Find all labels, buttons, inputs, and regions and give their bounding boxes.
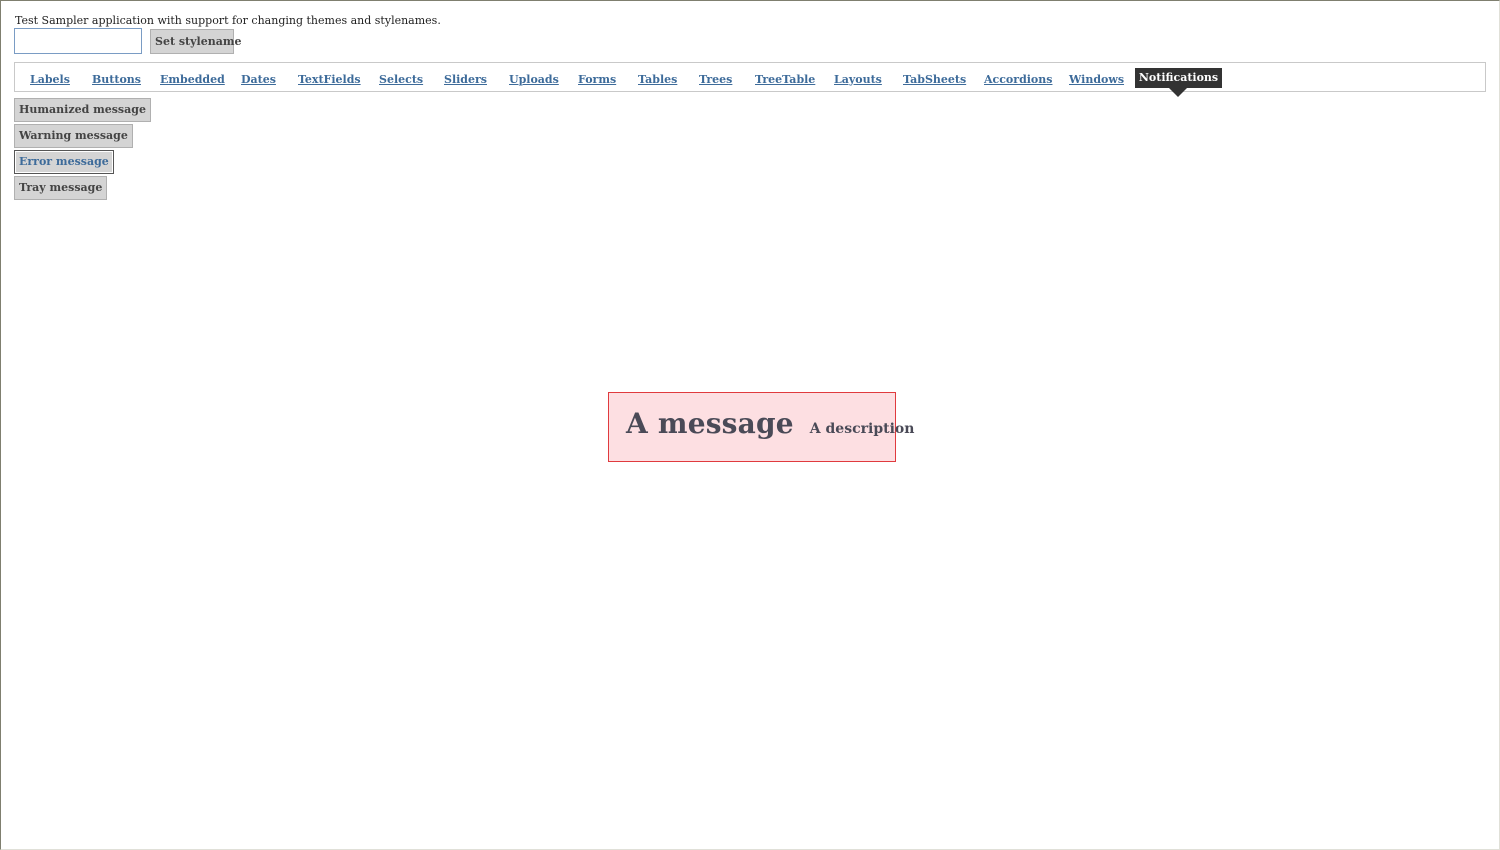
tab-textfields[interactable]: TextFields (298, 73, 361, 86)
tab-trees[interactable]: Trees (699, 73, 732, 86)
error-notification[interactable]: A message A description (608, 392, 914, 462)
tab-layouts[interactable]: Layouts (834, 73, 882, 86)
tab-treetable[interactable]: TreeTable (755, 73, 815, 86)
tab-bar: Labels Buttons Embedded Dates TextFields… (14, 62, 1486, 97)
selected-tab-pointer (1169, 88, 1187, 97)
tab-forms[interactable]: Forms (578, 73, 616, 86)
notification-description: A description (809, 421, 915, 437)
tab-notifications[interactable]: Notifications (1135, 68, 1222, 97)
tab-tables[interactable]: Tables (638, 73, 677, 86)
tab-embedded[interactable]: Embedded (160, 73, 225, 86)
error-message-button[interactable]: Error message (14, 150, 114, 174)
tab-labels[interactable]: Labels (30, 73, 70, 86)
tray-message-button[interactable]: Tray message (14, 176, 108, 200)
tab-selects[interactable]: Selects (379, 73, 423, 86)
notification-caption: A message (626, 407, 794, 440)
tab-uploads[interactable]: Uploads (509, 73, 559, 86)
tab-notifications-label: Notifications (1138, 71, 1219, 84)
app-description: Test Sampler application with support fo… (15, 14, 441, 27)
humanized-message-button[interactable]: Humanized message (14, 98, 151, 122)
stylename-input[interactable] (14, 28, 142, 54)
tab-tabsheets[interactable]: TabSheets (903, 73, 966, 86)
tab-sliders[interactable]: Sliders (444, 73, 487, 86)
set-stylename-button[interactable]: Set stylename (150, 29, 241, 54)
tab-windows[interactable]: Windows (1069, 73, 1124, 86)
tab-accordions[interactable]: Accordions (984, 73, 1052, 86)
tab-dates[interactable]: Dates (241, 73, 276, 86)
tab-buttons[interactable]: Buttons (92, 73, 141, 86)
warning-message-button[interactable]: Warning message (14, 124, 133, 148)
